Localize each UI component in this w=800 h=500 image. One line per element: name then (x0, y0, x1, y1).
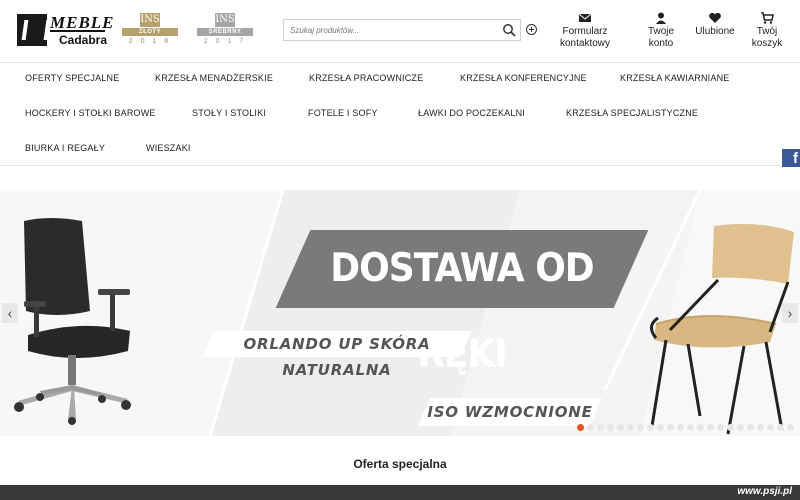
slider-dot[interactable] (667, 424, 674, 431)
slider-dot[interactable] (757, 424, 764, 431)
slider-dot[interactable] (587, 424, 594, 431)
contact-line1: Formularz (562, 26, 608, 37)
nav-item-lawki[interactable]: ŁAWKI DO POCZEKALNI (418, 108, 525, 118)
headline-text: DOSTAWA OD RĘKI (330, 245, 594, 377)
silver-partner-badge: INS SREBRNY PARTNER 2 0 1 7 (197, 13, 253, 49)
nav-item-oferty-specjalne[interactable]: OFERTY SPECJALNE (25, 73, 119, 83)
slider-dot[interactable] (787, 424, 794, 431)
slider-dot[interactable] (617, 424, 624, 431)
slider-dot[interactable] (647, 424, 654, 431)
nav-item-fotele[interactable]: FOTELE I SOFY (308, 108, 378, 118)
slider-dot[interactable] (627, 424, 634, 431)
account-line2: konto (648, 38, 674, 49)
badge-ins-logo: INS (215, 13, 235, 27)
watermark: www.psji.pl (737, 486, 792, 497)
category-nav: OFERTY SPECJALNE KRZESŁA MENADŻERSKIE KR… (0, 62, 800, 166)
gold-partner-badge: INS ZŁOTY PARTNER 2 0 1 8 (122, 13, 178, 49)
section-title: Oferta specjalna (353, 457, 447, 471)
cart-line2: koszyk (751, 38, 783, 49)
contact-form-link[interactable]: Formularz kontaktowy (556, 12, 614, 50)
subheadline-iso: ISO WZMOCNIONE (417, 398, 603, 426)
search-box (283, 19, 521, 41)
nav-item-stoly[interactable]: STOŁY I STOLIKI (192, 108, 266, 118)
nav-item-krzesla-konferencyjne[interactable]: KRZESŁA KONFERENCYJNE (460, 73, 587, 83)
envelope-icon (578, 13, 592, 22)
slider-dot[interactable] (707, 424, 714, 431)
slider-dot[interactable] (767, 424, 774, 431)
badge-label: SREBRNY PARTNER (197, 28, 253, 43)
heart-icon (709, 12, 721, 23)
nav-item-wieszaki[interactable]: WIESZAKI (146, 143, 191, 153)
search-icon[interactable] (502, 23, 516, 37)
badge-year: 2 0 1 8 (128, 38, 172, 45)
slider-dot[interactable] (637, 424, 644, 431)
logo-divider (50, 30, 105, 32)
user-icon (656, 12, 666, 24)
nav-item-hockery[interactable]: HOCKERY I STOŁKI BAROWE (25, 108, 156, 118)
nav-item-krzesla-pracownicze[interactable]: KRZESŁA PRACOWNICZE (309, 73, 423, 83)
subheadline-iso-text: ISO WZMOCNIONE (427, 403, 593, 421)
subheadline-orlando-text: ORLANDO UP SKÓRA NATURALNA (243, 335, 431, 379)
hero-slider: DOSTAWA OD RĘKI ORLANDO UP SKÓRA NATURAL… (0, 190, 800, 436)
badge-label: ZŁOTY PARTNER (122, 28, 178, 43)
slider-dot[interactable] (737, 424, 744, 431)
slider-dot[interactable] (717, 424, 724, 431)
slider-dot[interactable] (687, 424, 694, 431)
slider-dot[interactable] (577, 424, 584, 431)
badge-year: 2 0 1 7 (203, 38, 247, 45)
slider-dot[interactable] (777, 424, 784, 431)
bottom-bar: www.psji.pl (0, 485, 800, 500)
logo-mark (17, 14, 47, 46)
headline-banner[interactable]: DOSTAWA OD RĘKI (275, 230, 649, 377)
nav-item-biurka[interactable]: BIURKA I REGAŁY (25, 143, 105, 153)
contact-line2: kontaktowy (559, 38, 611, 49)
office-chair-image (14, 218, 131, 425)
slider-prev-arrow[interactable]: ‹ (2, 303, 18, 323)
slider-next-arrow[interactable]: › (782, 303, 798, 323)
add-circle-icon[interactable] (526, 24, 537, 35)
slider-dot[interactable] (697, 424, 704, 431)
favorites-link[interactable]: Ulubione (694, 12, 736, 38)
slider-dot[interactable] (727, 424, 734, 431)
account-line1: Twoje (647, 26, 675, 37)
slider-dot[interactable] (597, 424, 604, 431)
favorites-label: Ulubione (695, 26, 735, 37)
nav-item-krzesla-specjalistyczne[interactable]: KRZESŁA SPECJALISTYCZNE (566, 108, 698, 118)
subheadline-orlando: ORLANDO UP SKÓRA NATURALNA (202, 331, 472, 379)
cart-line1: Twój (756, 26, 778, 37)
cart-icon (761, 12, 774, 24)
facebook-icon[interactable]: f (782, 149, 800, 167)
site-header: MEBLE Cadabra INS ZŁOTY PARTNER 2 0 1 8 … (0, 0, 800, 62)
logo-text-cadabra: Cadabra (59, 33, 108, 47)
account-link[interactable]: Twoje konto (642, 12, 680, 50)
site-logo[interactable]: MEBLE Cadabra (17, 13, 114, 47)
slider-dot[interactable] (677, 424, 684, 431)
nav-item-krzesla-menadzerskie[interactable]: KRZESŁA MENADŻERSKIE (155, 73, 273, 83)
slider-dot[interactable] (657, 424, 664, 431)
badge-ins-logo: INS (140, 13, 160, 27)
slider-dot[interactable] (607, 424, 614, 431)
slider-dot[interactable] (747, 424, 754, 431)
cart-link[interactable]: Twój koszyk (750, 12, 784, 50)
iso-chair-image (650, 224, 794, 435)
nav-item-krzesla-kawiarniane[interactable]: KRZESŁA KAWIARNIANE (620, 73, 730, 83)
search-input[interactable] (284, 20, 494, 40)
